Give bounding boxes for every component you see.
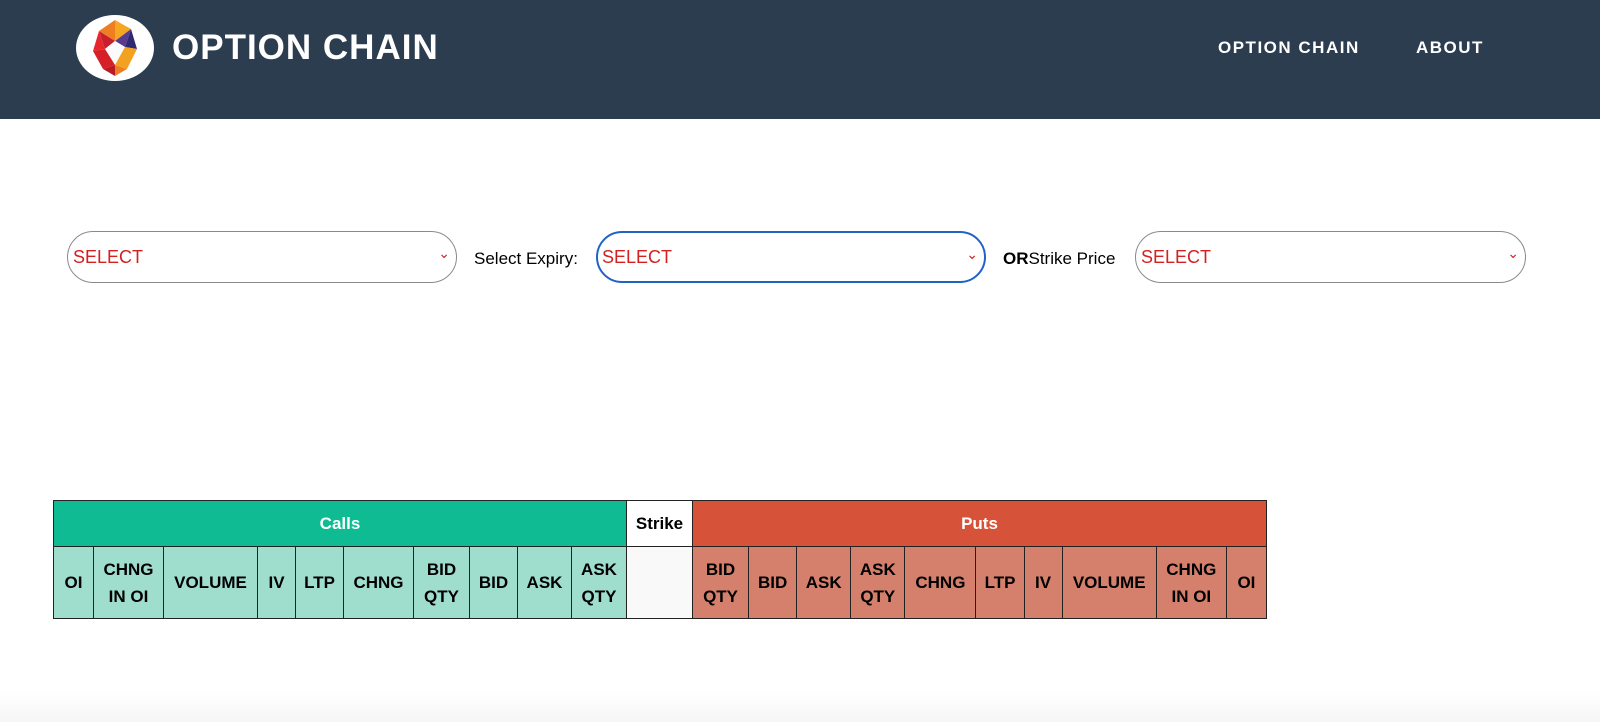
strike-cell xyxy=(626,546,693,619)
call-col-oi: OI xyxy=(53,546,94,619)
calls-header: Calls xyxy=(53,500,627,547)
group-header-row: Calls Strike Puts xyxy=(53,500,1267,547)
call-col-chng-in-oi: CHNG IN OI xyxy=(93,546,164,619)
symbol-select-value: SELECT xyxy=(73,246,144,267)
put-col-iv: IV xyxy=(1023,546,1063,619)
strike-price-select[interactable]: SELECT ⌄ xyxy=(1135,231,1526,283)
expiry-select-value: SELECT xyxy=(602,246,673,267)
call-col-ask: ASK xyxy=(517,546,572,619)
put-col-chng: CHNG xyxy=(904,546,977,619)
top-navbar: OPTION CHAIN OPTION CHAIN ABOUT xyxy=(0,0,1600,119)
call-col-volume: VOLUME xyxy=(163,546,258,619)
logo[interactable] xyxy=(76,15,154,81)
nav-about-link[interactable]: ABOUT xyxy=(1416,36,1484,60)
expiry-label: Select Expiry: xyxy=(474,249,578,268)
chevron-down-icon: ⌄ xyxy=(966,246,978,262)
put-col-ask-qty: ASK QTY xyxy=(850,546,906,619)
put-col-volume: VOLUME xyxy=(1061,546,1157,619)
strike-price-label: ORStrike Price xyxy=(1003,248,1115,270)
put-col-ask: ASK xyxy=(796,546,852,619)
column-header-row: OI CHNG IN OI VOLUME IV LTP CHNG BID QTY… xyxy=(53,546,1268,619)
strike-select-value: SELECT xyxy=(1141,246,1212,267)
call-col-iv: IV xyxy=(257,546,296,619)
call-col-bid: BID xyxy=(469,546,518,619)
option-chain-table: Calls Strike Puts OI CHNG IN OI VOLUME I… xyxy=(53,500,1268,619)
faceted-gem-logo-icon xyxy=(93,20,137,76)
put-col-bid: BID xyxy=(748,546,798,619)
chevron-down-icon: ⌄ xyxy=(438,245,450,261)
expiry-select[interactable]: SELECT ⌄ xyxy=(596,231,986,283)
put-col-bid-qty: BID QTY xyxy=(691,546,750,619)
symbol-select[interactable]: SELECT ⌄ xyxy=(67,231,457,283)
call-col-chng: CHNG xyxy=(343,546,414,619)
or-text: OR xyxy=(1003,249,1029,268)
put-col-oi: OI xyxy=(1225,546,1268,619)
puts-header: Puts xyxy=(692,500,1267,547)
call-col-ltp: LTP xyxy=(295,546,344,619)
nav-option-chain-link[interactable]: OPTION CHAIN xyxy=(1218,36,1360,60)
brand-title: OPTION CHAIN xyxy=(172,28,439,67)
call-col-ask-qty: ASK QTY xyxy=(571,546,627,619)
strike-header: Strike xyxy=(626,500,693,547)
call-col-bid-qty: BID QTY xyxy=(413,546,470,619)
put-col-ltp: LTP xyxy=(975,546,1025,619)
chevron-down-icon: ⌄ xyxy=(1507,245,1519,261)
put-col-chng-in-oi: CHNG IN OI xyxy=(1155,546,1227,619)
footer-shadow xyxy=(0,690,1600,722)
strike-price-label-text: Strike Price xyxy=(1028,249,1116,268)
